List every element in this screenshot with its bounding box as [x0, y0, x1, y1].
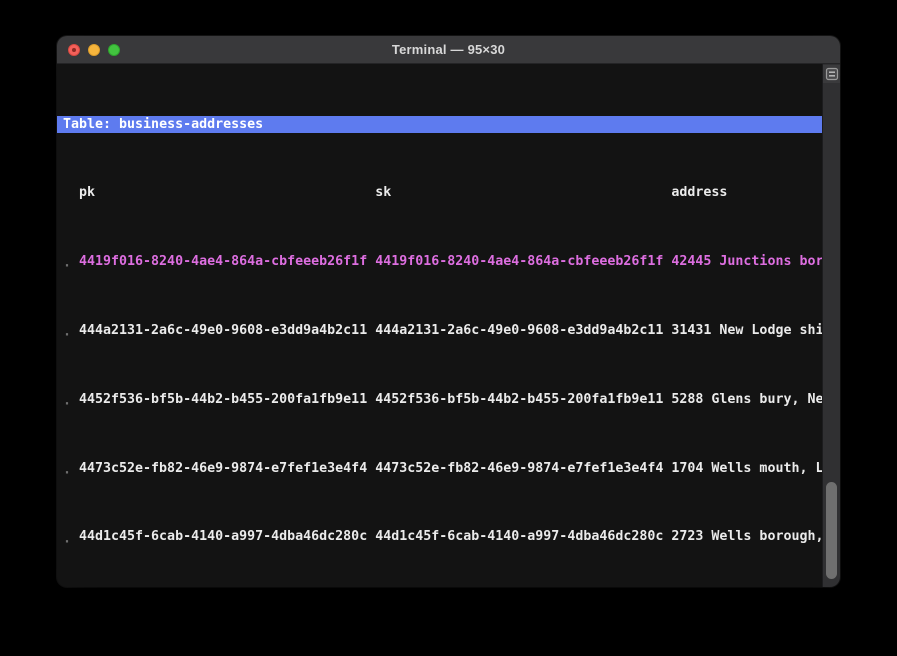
column-header-address: address [671, 184, 727, 201]
cell-pk: 4473c52e-fb82-46e9-9874-e7fef1e3e4f4 [79, 460, 375, 477]
table-row[interactable]: ·44d1c45f-6cab-4140-a997-4dba46dc280c44d… [57, 528, 822, 545]
scrollbar[interactable] [822, 64, 840, 587]
cell-address: 31431 New Lodge shi [671, 322, 822, 339]
cell-pk: 4452f536-bf5b-44b2-b455-200fa1fb9e11 [79, 391, 375, 408]
table-header-bar: Table: business-addresses [57, 116, 822, 133]
cell-address: 1704 Wells mouth, L [671, 460, 822, 477]
row-bullet-icon: · [63, 327, 79, 344]
table-row[interactable]: ·4473c52e-fb82-46e9-9874-e7fef1e3e4f4447… [57, 460, 822, 477]
cell-sk: 4473c52e-fb82-46e9-9874-e7fef1e3e4f4 [375, 460, 671, 477]
titlebar[interactable]: Terminal — 95×30 [57, 36, 840, 64]
cell-pk: 44d1c45f-6cab-4140-a997-4dba46dc280c [79, 528, 375, 545]
table-row[interactable]: ·444a2131-2a6c-49e0-9608-e3dd9a4b2c11444… [57, 322, 822, 339]
close-button[interactable] [68, 44, 80, 56]
scrollbar-marks-icon[interactable] [823, 65, 840, 83]
cell-address: 42445 Junctions bor [671, 253, 822, 270]
cell-address: 5288 Glens bury, Ne [671, 391, 822, 408]
cell-sk: 4419f016-8240-4ae4-864a-cbfeeeb26f1f [375, 253, 671, 270]
window-title: Terminal — 95×30 [392, 42, 505, 57]
terminal-content: Table: business-addresses pkskaddress ·4… [57, 64, 840, 587]
column-header-pk: pk [79, 184, 375, 201]
traffic-lights [68, 44, 120, 56]
cell-sk: 444a2131-2a6c-49e0-9608-e3dd9a4b2c11 [375, 322, 671, 339]
row-bullet-icon: · [63, 396, 79, 413]
column-header-sk: sk [375, 184, 671, 201]
terminal-window: Terminal — 95×30 Table: business-address… [57, 36, 840, 587]
scrollbar-thumb[interactable] [826, 482, 837, 579]
row-bullet-icon: · [63, 534, 79, 551]
cell-pk: 4419f016-8240-4ae4-864a-cbfeeeb26f1f [79, 253, 375, 270]
column-header-row: pkskaddress [57, 184, 822, 201]
zoom-button[interactable] [108, 44, 120, 56]
row-bullet-icon: · [63, 258, 79, 275]
cell-sk: 4452f536-bf5b-44b2-b455-200fa1fb9e11 [375, 391, 671, 408]
table-row[interactable]: ·4452f536-bf5b-44b2-b455-200fa1fb9e11445… [57, 391, 822, 408]
table-row[interactable]: ·4419f016-8240-4ae4-864a-cbfeeeb26f1f441… [57, 253, 822, 270]
column-header-indent [63, 190, 79, 207]
cell-pk: 444a2131-2a6c-49e0-9608-e3dd9a4b2c11 [79, 322, 375, 339]
cell-sk: 44d1c45f-6cab-4140-a997-4dba46dc280c [375, 528, 671, 545]
tui-screen: Table: business-addresses pkskaddress ·4… [57, 64, 822, 587]
row-bullet-icon: · [63, 465, 79, 482]
minimize-button[interactable] [88, 44, 100, 56]
cell-address: 2723 Wells borough, [671, 528, 822, 545]
